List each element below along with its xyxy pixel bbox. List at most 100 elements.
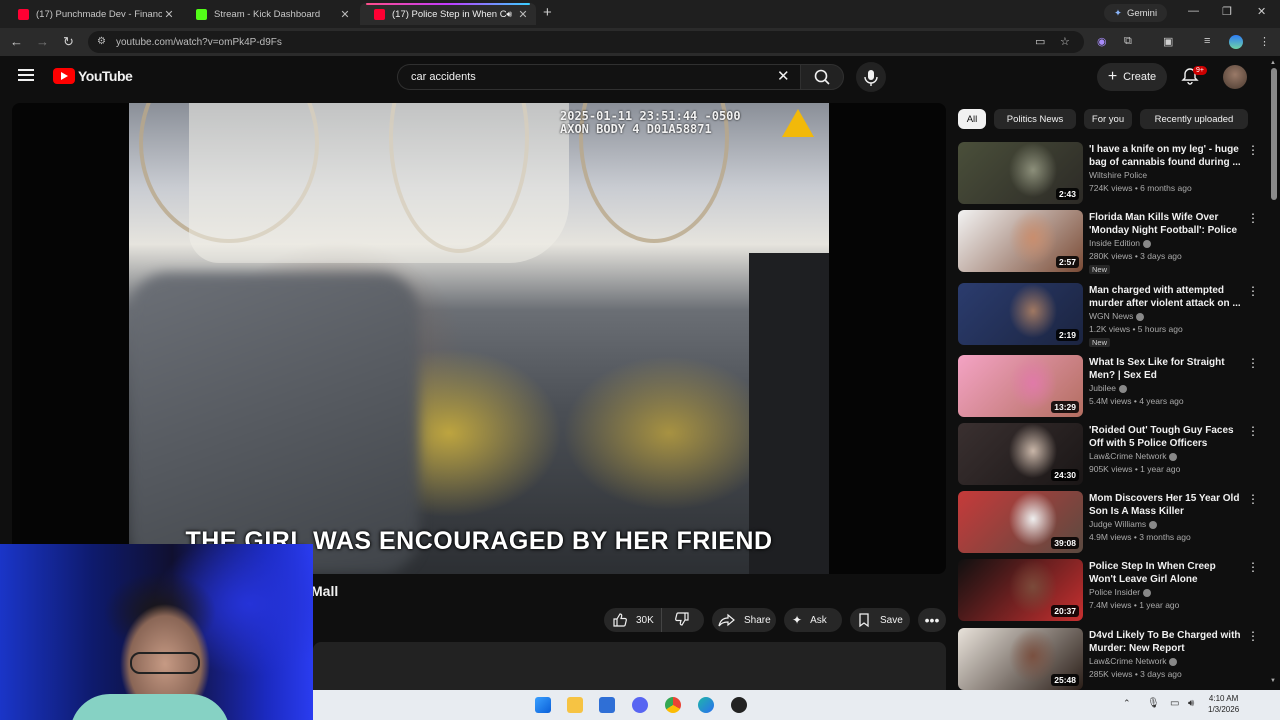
close-tab-icon[interactable]: ✕ xyxy=(516,8,530,21)
channel-name[interactable]: Wiltshire Police xyxy=(1089,170,1147,180)
video-thumbnail[interactable]: 39:08 xyxy=(958,491,1083,553)
youtube-logo[interactable]: YouTube xyxy=(53,68,133,84)
video-thumbnail[interactable]: 2:19 xyxy=(958,283,1083,345)
more-options-icon[interactable]: ⋮ xyxy=(1247,629,1259,643)
like-button[interactable]: 30K xyxy=(604,608,662,632)
dislike-button[interactable] xyxy=(662,611,702,630)
gemini-button[interactable]: ✦ Gemini xyxy=(1104,4,1168,22)
video-title[interactable]: 'I have a knife on my leg' - huge bag of… xyxy=(1089,143,1241,169)
chip-recently-uploaded[interactable]: Recently uploaded xyxy=(1140,109,1248,129)
volume-icon[interactable]: 🔊︎ xyxy=(1188,698,1194,709)
channel-name[interactable]: Law&Crime Network xyxy=(1089,656,1178,666)
channel-name[interactable]: Law&Crime Network xyxy=(1089,451,1178,461)
minimize-icon[interactable]: — xyxy=(1188,5,1199,17)
video-title[interactable]: Florida Man Kills Wife Over 'Monday Nigh… xyxy=(1089,211,1241,237)
discord-icon[interactable] xyxy=(632,697,648,713)
store-icon[interactable] xyxy=(599,697,615,713)
video-title[interactable]: Police Step In When Creep Won't Leave Gi… xyxy=(1089,560,1241,586)
network-icon[interactable]: ▭ xyxy=(1170,698,1179,709)
chip-for-you[interactable]: For you xyxy=(1084,109,1132,129)
voice-search-button[interactable] xyxy=(856,62,886,92)
video-thumbnail[interactable]: 13:29 xyxy=(958,355,1083,417)
extensions-puzzle-icon[interactable]: ⧉ xyxy=(1124,35,1132,48)
video-thumbnail[interactable]: 24:30 xyxy=(958,423,1083,485)
hamburger-menu-icon[interactable] xyxy=(18,69,34,83)
description-box[interactable] xyxy=(313,642,946,690)
scroll-up-icon[interactable]: ▲ xyxy=(1270,60,1276,66)
recommendation-item[interactable]: 13:29 What Is Sex Like for Straight Men? … xyxy=(958,355,1268,419)
more-options-icon[interactable]: ⋮ xyxy=(1247,143,1259,157)
account-avatar[interactable] xyxy=(1223,65,1247,89)
browser-tab[interactable]: (17) Punchmade Dev - Financial ✕ xyxy=(4,3,182,25)
bookmark-star-icon[interactable]: ☆ xyxy=(1060,35,1070,48)
video-thumbnail[interactable]: 25:48 xyxy=(958,628,1083,690)
back-icon[interactable]: ← xyxy=(10,34,23,49)
url-bar[interactable]: ⚙ youtube.com/watch?v=omPk4P-d9Fs xyxy=(88,31,1084,53)
video-title[interactable]: What Is Sex Like for Straight Men? | Sex… xyxy=(1089,356,1241,382)
recommendation-item[interactable]: 39:08 Mom Discovers Her 15 Year Old Son I… xyxy=(958,491,1268,555)
browser-tab-active[interactable]: (17) Police Step in When Cr 🔊︎ ✕ xyxy=(360,3,536,25)
save-button[interactable]: Save xyxy=(850,608,910,632)
channel-name[interactable]: Judge Williams xyxy=(1089,519,1158,529)
video-title[interactable]: Man charged with attempted murder after … xyxy=(1089,284,1241,310)
recommendation-item[interactable]: 2:19 Man charged with attempted murder af… xyxy=(958,283,1268,347)
more-options-icon[interactable]: ⋮ xyxy=(1247,492,1259,506)
channel-name[interactable]: WGN News xyxy=(1089,311,1145,321)
sidebar-scrollbar[interactable]: ▲ ▼ xyxy=(1270,60,1278,686)
file-explorer-icon[interactable] xyxy=(567,697,583,713)
search-button[interactable] xyxy=(800,64,844,90)
recommendation-item[interactable]: 2:57 Florida Man Kills Wife Over 'Monday … xyxy=(958,210,1268,274)
create-button[interactable]: + Create xyxy=(1097,63,1167,91)
recommendation-item[interactable]: 2:43 'I have a knife on my leg' - huge ba… xyxy=(958,142,1268,206)
ask-button[interactable]: ✦ Ask xyxy=(784,608,842,632)
browser-menu-icon[interactable]: ⋮ xyxy=(1259,35,1270,48)
recommendation-item[interactable]: 25:48 D4vd Likely To Be Charged with Murd… xyxy=(958,628,1268,692)
more-options-icon[interactable]: ⋮ xyxy=(1247,356,1259,370)
profile-avatar-icon[interactable] xyxy=(1229,35,1243,49)
video-thumbnail[interactable]: 2:57 xyxy=(958,210,1083,272)
scroll-down-icon[interactable]: ▼ xyxy=(1270,678,1276,684)
edge-icon[interactable] xyxy=(698,697,714,713)
more-options-icon[interactable]: ⋮ xyxy=(1247,211,1259,225)
browser-tab[interactable]: Stream - Kick Dashboard ✕ xyxy=(182,3,358,25)
more-options-icon[interactable]: ⋮ xyxy=(1247,284,1259,298)
start-windows-icon[interactable] xyxy=(535,697,551,713)
close-tab-icon[interactable]: ✕ xyxy=(162,8,176,21)
clear-search-icon[interactable]: ✕ xyxy=(777,67,790,85)
more-options-icon[interactable]: ⋮ xyxy=(1247,424,1259,438)
split-view-icon[interactable]: ▣ xyxy=(1163,35,1173,48)
more-options-icon[interactable]: ⋮ xyxy=(1247,560,1259,574)
recommendation-item[interactable]: 20:37 Police Step In When Creep Won't Lea… xyxy=(958,559,1268,623)
video-player[interactable]: 2025-01-11 23:51:44 -0500 AXON BODY 4 D0… xyxy=(12,103,946,574)
reload-icon[interactable]: ↻ xyxy=(63,34,74,50)
video-thumbnail[interactable]: 20:37 xyxy=(958,559,1083,621)
extension-icon[interactable]: ◉ xyxy=(1097,35,1107,48)
chip-politics-news[interactable]: Politics News xyxy=(994,109,1076,129)
channel-name[interactable]: Inside Edition xyxy=(1089,238,1152,248)
recommendation-item[interactable]: 24:30 'Roided Out' Tough Guy Faces Off wi… xyxy=(958,423,1268,487)
close-tab-icon[interactable]: ✕ xyxy=(338,8,352,21)
video-thumbnail[interactable]: 2:43 xyxy=(958,142,1083,204)
chip-all[interactable]: All xyxy=(958,109,986,129)
video-title[interactable]: 'Roided Out' Tough Guy Faces Off with 5 … xyxy=(1089,424,1241,450)
taskbar-clock[interactable]: 4:10 AM 1/3/2026 xyxy=(1208,693,1239,715)
restore-icon[interactable]: ❐ xyxy=(1222,5,1232,18)
close-window-icon[interactable]: ✕ xyxy=(1257,5,1266,18)
media-controls-icon[interactable]: ≡ xyxy=(1204,35,1210,47)
microphone-tray-icon[interactable]: 🎙︎ xyxy=(1147,698,1160,709)
cast-icon[interactable]: ▭ xyxy=(1035,35,1045,48)
chrome-icon[interactable] xyxy=(665,697,681,713)
chevron-up-icon[interactable]: ⌃ xyxy=(1123,698,1131,709)
more-actions-button[interactable]: ••• xyxy=(918,608,946,632)
channel-name[interactable]: Jubilee xyxy=(1089,383,1127,393)
share-button[interactable]: Share xyxy=(712,608,776,632)
app-icon[interactable] xyxy=(731,697,747,713)
forward-icon[interactable]: → xyxy=(36,34,49,49)
new-tab-button[interactable]: + xyxy=(543,4,552,21)
video-title[interactable]: Mom Discovers Her 15 Year Old Son Is A M… xyxy=(1089,492,1241,518)
site-info-icon[interactable]: ⚙ xyxy=(97,36,106,47)
scrollbar-thumb[interactable] xyxy=(1271,68,1277,200)
speaker-icon[interactable]: 🔊︎ xyxy=(506,9,512,20)
channel-name[interactable]: Police Insider xyxy=(1089,587,1152,597)
search-input[interactable]: car accidents xyxy=(397,64,801,90)
